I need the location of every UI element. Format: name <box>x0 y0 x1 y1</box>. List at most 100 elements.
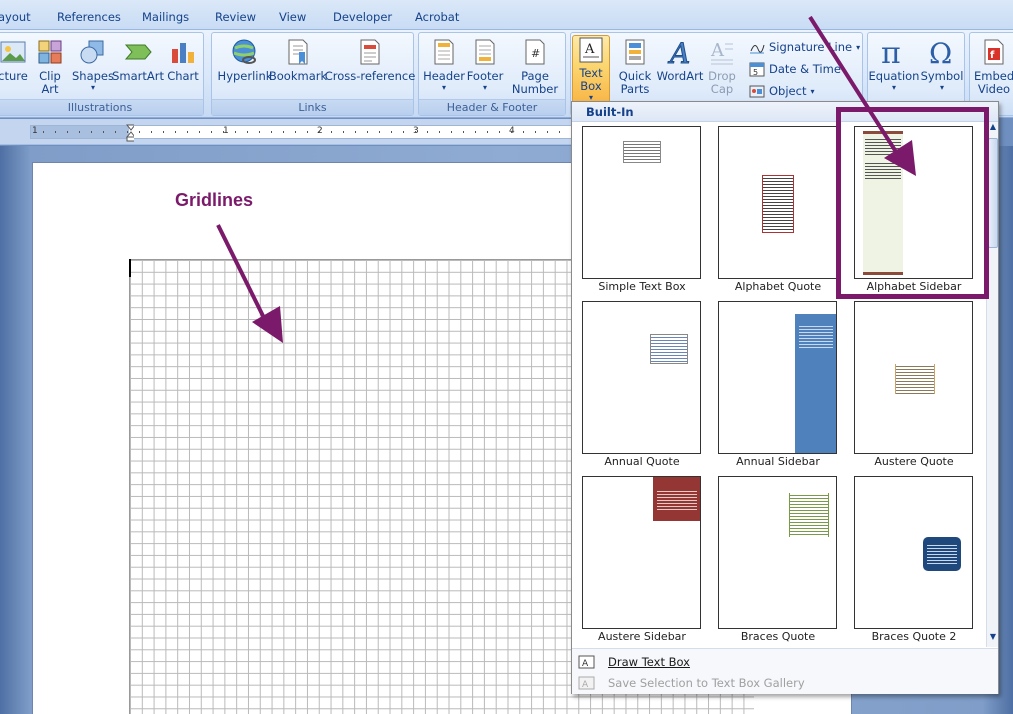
ruler-tick <box>79 131 80 133</box>
footer-button[interactable]: Footer ▾ <box>465 37 505 101</box>
ruler-tick <box>319 131 320 133</box>
gallery-item-alphabet-quote[interactable]: Alphabet Quote <box>718 122 838 294</box>
symbol-button[interactable]: Ω Symbol ▾ <box>920 37 964 101</box>
gallery-footer: A Draw Text Box A Save Selection to Text… <box>572 648 998 694</box>
chevron-down-icon: ▾ <box>441 83 446 92</box>
wordart-icon: A <box>664 37 696 67</box>
gallery-item-annual-sidebar[interactable]: Annual Sidebar <box>718 297 838 469</box>
tab-page-layout[interactable]: ayout <box>0 10 31 24</box>
gridlines-annotation: Gridlines <box>175 190 254 210</box>
hyperlink-button[interactable]: Hyperlink <box>216 37 274 101</box>
bookmark-icon <box>282 37 314 67</box>
gallery-item-austere-quote[interactable]: Austere Quote <box>854 297 974 469</box>
signature-line-button[interactable]: Signature Line ▾ <box>749 37 860 57</box>
ruler-tick <box>535 131 536 133</box>
ruler-tick <box>151 131 152 133</box>
signature-icon <box>750 44 765 54</box>
horizontal-ruler[interactable]: 1 1 2 3 4 <box>0 119 600 145</box>
date-time-button[interactable]: 5 Date & Time <box>749 59 841 79</box>
footer-icon <box>469 37 501 67</box>
ruler-tick <box>211 131 212 133</box>
draw-text-box-item[interactable]: A Draw Text Box <box>576 652 994 672</box>
shapes-button[interactable]: Shapes ▾ <box>71 37 115 101</box>
gallery-item-braces-quote[interactable]: Braces Quote <box>718 472 838 644</box>
ruler-tick <box>415 131 416 133</box>
text-box-icon: A <box>575 36 607 64</box>
gallery-items: Simple Text Box Alphabet Quote Alphabet … <box>572 122 986 647</box>
svg-text:A: A <box>584 42 595 57</box>
ruler-tick <box>559 131 560 133</box>
picture-button[interactable]: cture <box>0 37 29 101</box>
smartart-button[interactable]: SmartArt <box>112 37 164 101</box>
gallery-item-simple-text-box[interactable]: Simple Text Box <box>582 122 702 294</box>
thumbnail <box>582 301 701 454</box>
gallery-item-annual-quote[interactable]: Annual Quote <box>582 297 702 469</box>
ruler-tick <box>259 131 260 133</box>
save-selection-item[interactable]: A Save Selection to Text Box Gallery <box>576 673 994 693</box>
tab-acrobat[interactable]: Acrobat <box>415 10 459 24</box>
chevron-down-icon: ▾ <box>90 83 95 92</box>
scroll-thumb[interactable] <box>988 138 998 248</box>
thumbnail <box>854 476 973 629</box>
page-number-icon: # <box>519 37 551 67</box>
gallery-scrollbar[interactable]: ▲ ▼ <box>986 122 998 647</box>
ruler-tick <box>523 131 524 133</box>
equation-button[interactable]: π Equation ▾ <box>868 37 920 101</box>
ruler-tick <box>439 131 440 133</box>
gallery-item-austere-sidebar[interactable]: Austere Sidebar <box>582 472 702 644</box>
embed-video-button[interactable]: f Embed Video <box>972 37 1013 101</box>
page-number-button[interactable]: # Page Number <box>507 37 563 101</box>
thumbnail <box>718 126 837 279</box>
svg-text:5: 5 <box>753 68 758 77</box>
thumbnail <box>582 126 701 279</box>
text-box-button[interactable]: A Text Box ▾ <box>572 35 610 103</box>
ruler-tick <box>91 131 92 133</box>
scroll-up-icon[interactable]: ▲ <box>988 122 998 134</box>
picture-icon <box>0 37 29 67</box>
ruler-tick <box>67 131 68 133</box>
thumbnail <box>718 301 837 454</box>
tab-view[interactable]: View <box>279 10 306 24</box>
ruler-tick <box>103 131 104 133</box>
ruler-tick <box>295 131 296 133</box>
gallery-item-alphabet-sidebar[interactable]: Alphabet Sidebar <box>854 122 974 294</box>
svg-text:A: A <box>667 37 690 67</box>
clip-art-icon <box>34 37 66 67</box>
tab-references[interactable]: References <box>57 10 121 24</box>
flash-video-icon: f <box>978 37 1010 67</box>
chart-icon <box>167 37 199 67</box>
header-button[interactable]: Header ▾ <box>423 37 465 101</box>
object-icon <box>749 85 765 98</box>
ruler-tick <box>487 131 488 133</box>
ruler-tick <box>343 131 344 133</box>
bookmark-button[interactable]: Bookmark <box>269 37 327 101</box>
svg-text:A: A <box>710 40 725 61</box>
cross-reference-button[interactable]: Cross-reference <box>325 37 415 101</box>
ruler-tick <box>355 131 356 133</box>
wordart-button[interactable]: A WordArt <box>657 37 704 101</box>
svg-text:A: A <box>582 680 589 690</box>
tab-developer[interactable]: Developer <box>333 10 392 24</box>
chevron-down-icon: ▾ <box>856 42 861 52</box>
chart-button[interactable]: Chart <box>165 37 201 101</box>
tab-mailings[interactable]: Mailings <box>142 10 189 24</box>
tab-review[interactable]: Review <box>215 10 256 24</box>
ruler-tick <box>223 131 224 133</box>
calendar-icon: 5 <box>749 62 765 77</box>
ruler-tick <box>247 131 248 133</box>
quick-parts-button[interactable]: Quick Parts <box>615 37 655 101</box>
object-button[interactable]: Object ▾ <box>749 81 814 101</box>
ruler-tick <box>475 131 476 133</box>
ruler-tick <box>115 131 116 133</box>
ruler-tick <box>511 131 512 133</box>
scroll-down-icon[interactable]: ▼ <box>988 632 998 644</box>
drop-cap-button[interactable]: A Drop Cap <box>703 37 741 101</box>
ruler-tick <box>403 131 404 133</box>
ruler-tick <box>163 131 164 133</box>
clip-art-button[interactable]: Clip Art <box>33 37 67 101</box>
svg-text:A: A <box>582 659 589 669</box>
gallery-item-braces-quote-2[interactable]: Braces Quote 2 <box>854 472 974 644</box>
ruler-tick <box>391 131 392 133</box>
ruler-tick <box>463 131 464 133</box>
indent-marker-icon[interactable] <box>126 124 134 142</box>
